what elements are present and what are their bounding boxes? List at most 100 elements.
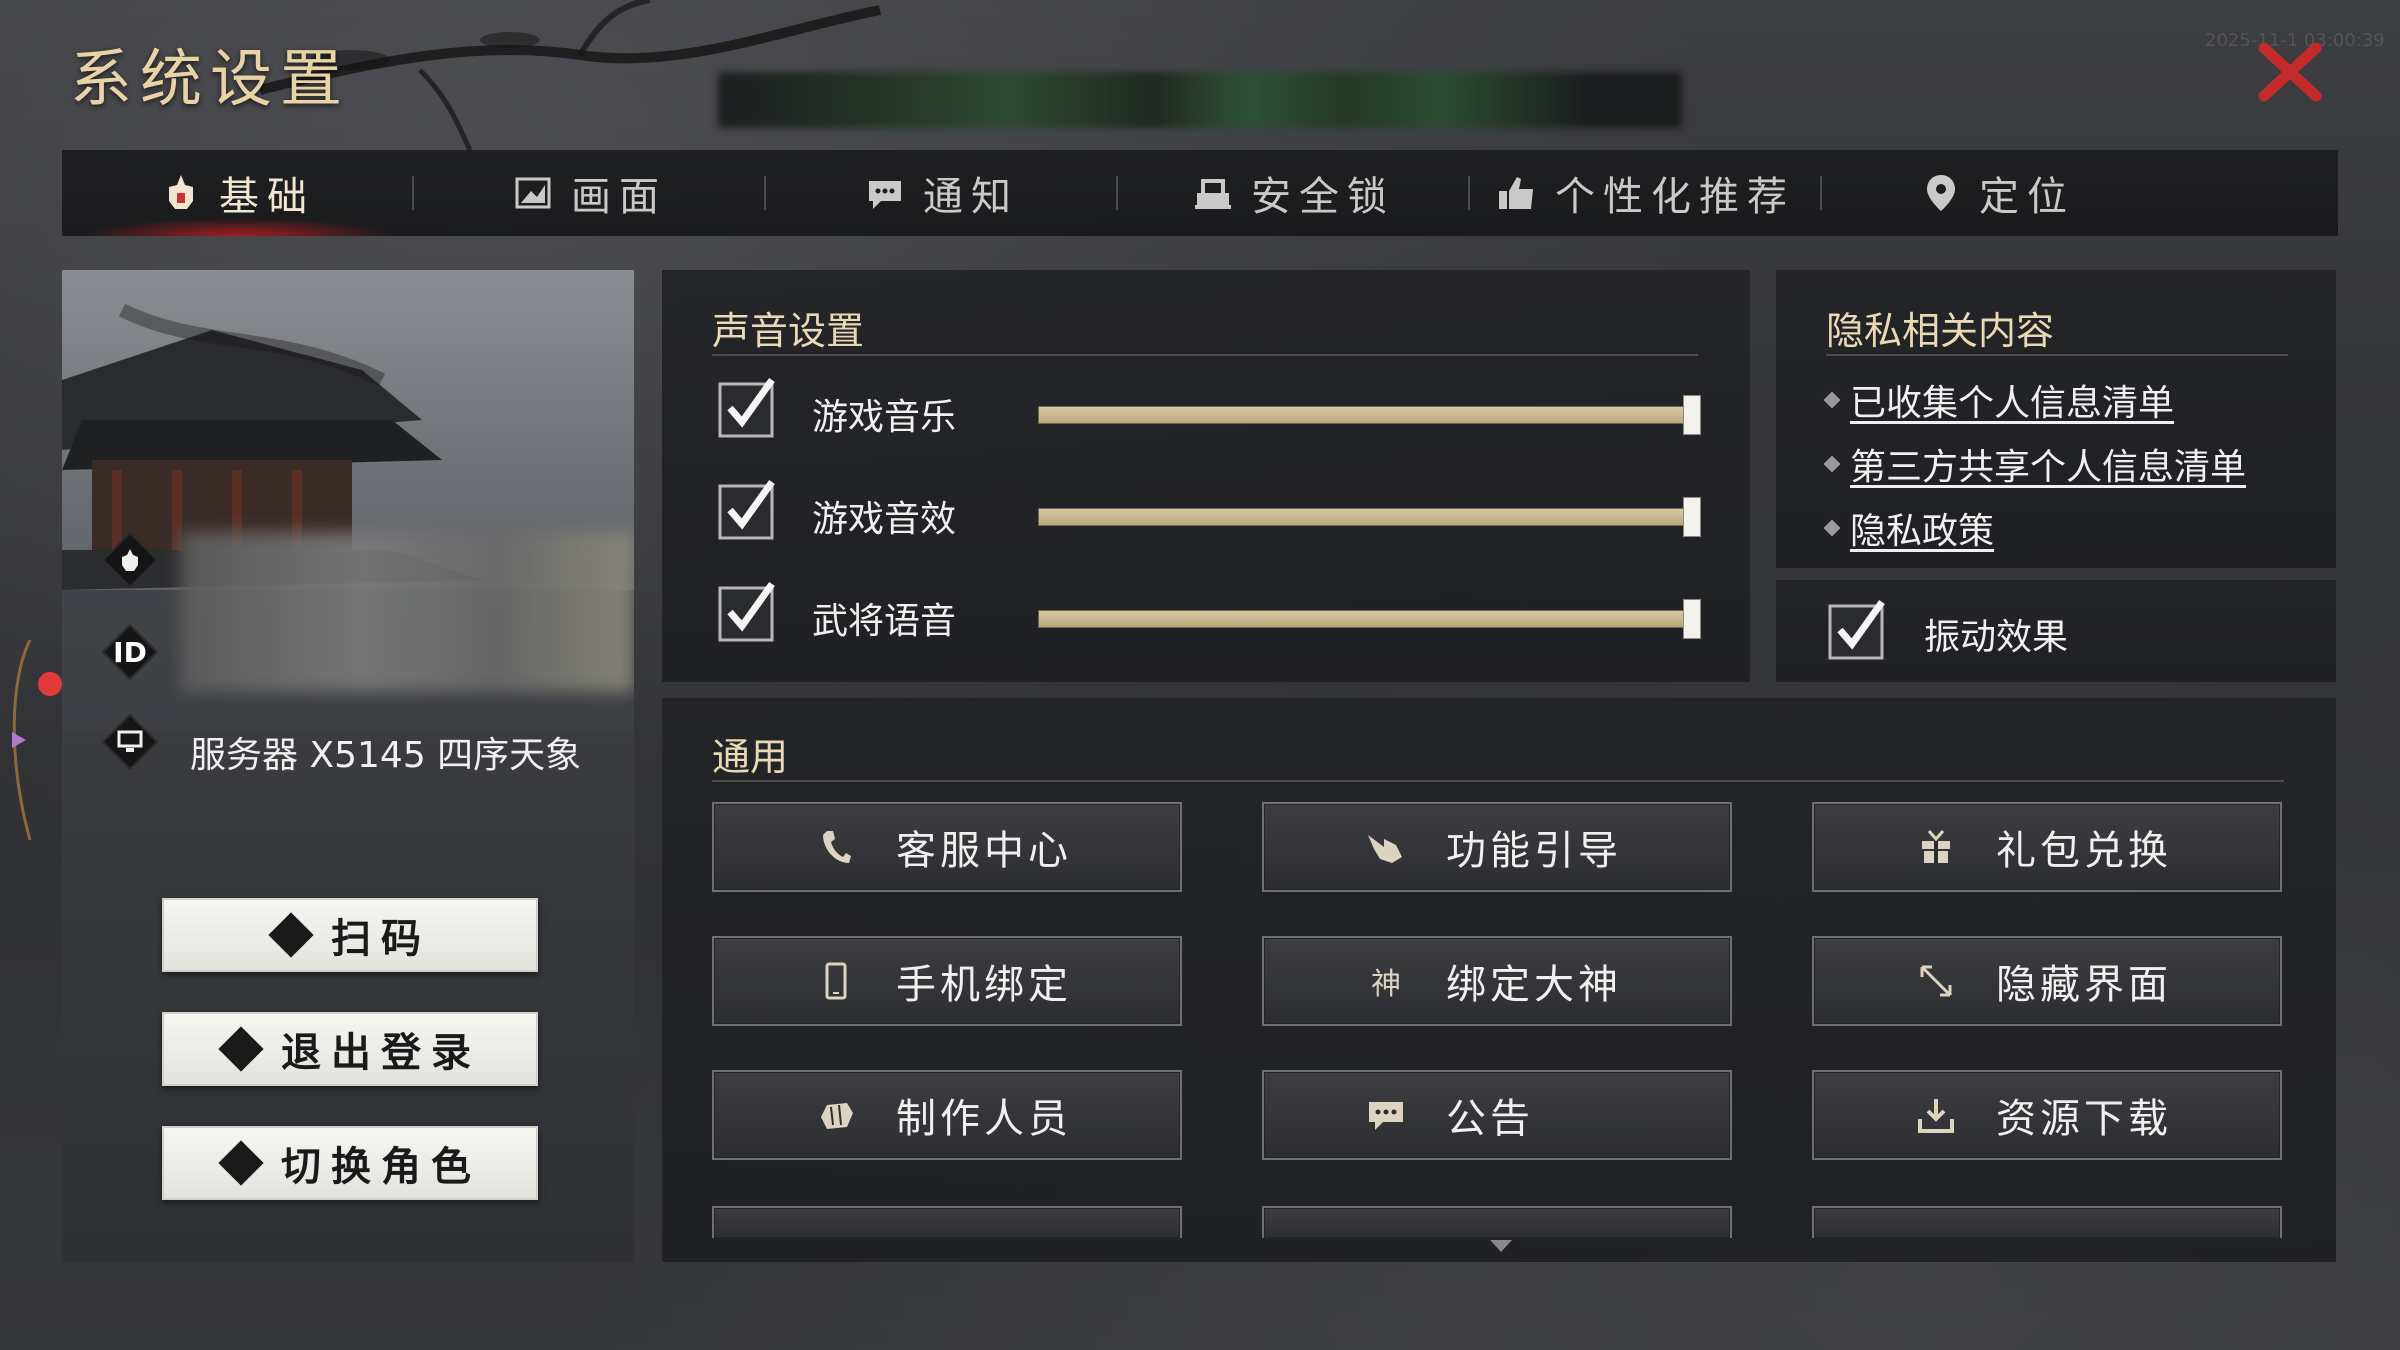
feature-guide-label: 功能引导 xyxy=(1446,828,1622,874)
notification-dot xyxy=(38,672,62,696)
general-voice-label: 武将语音 xyxy=(812,601,957,642)
profile-panel: ID 服务器 X5145 四序天象 扫码 退出登录 切换角色 xyxy=(62,270,634,1262)
resource-download-button[interactable]: 资源下载 xyxy=(1812,1070,2282,1160)
game-music-checkbox[interactable] xyxy=(718,376,780,438)
server-info: 服务器 X5145 四序天象 xyxy=(190,735,582,776)
sound-settings-panel: 声音设置 游戏音乐 游戏音效 武将语音 xyxy=(662,270,1750,682)
section-divider xyxy=(712,354,1698,356)
message-icon xyxy=(1364,1093,1408,1137)
side-drawer-handle[interactable] xyxy=(0,640,40,840)
bullet-icon xyxy=(1823,519,1841,537)
gift-redeem-button[interactable]: 礼包兑换 xyxy=(1812,802,2282,892)
credits-button[interactable]: 制作人员 xyxy=(712,1070,1182,1160)
resize-arrow-icon xyxy=(1914,959,1958,1003)
feature-guide-button[interactable]: 功能引导 xyxy=(1262,802,1732,892)
slider-thumb[interactable] xyxy=(1683,497,1701,537)
lock-icon xyxy=(1195,179,1231,209)
logout-button[interactable]: 退出登录 xyxy=(162,1012,538,1086)
resource-download-label: 资源下载 xyxy=(1996,1096,2172,1142)
game-sfx-label: 游戏音效 xyxy=(812,499,957,540)
gift-icon xyxy=(1914,825,1958,869)
tab-label: 基础 xyxy=(219,174,315,220)
close-icon xyxy=(2258,42,2322,102)
slider-thumb[interactable] xyxy=(1683,599,1701,639)
vibration-checkbox[interactable] xyxy=(1828,598,1890,660)
logout-button-label: 退出登录 xyxy=(281,1030,481,1076)
customer-service-button[interactable]: 客服中心 xyxy=(712,802,1182,892)
thumbs-up-icon xyxy=(1499,177,1533,209)
privacy-policy-link[interactable]: 隐私政策 xyxy=(1850,502,1994,554)
vibration-panel: 振动效果 xyxy=(1776,580,2336,682)
id-badge-icon: ID xyxy=(104,626,156,678)
section-divider xyxy=(712,780,2284,782)
helmet-icon xyxy=(169,175,193,209)
scan-icon xyxy=(269,913,313,957)
tab-bar: 基础 画面 通知 安全锁 个性化推荐 定位 xyxy=(62,150,2338,236)
general-title: 通用 xyxy=(712,735,789,779)
switch-role-icon xyxy=(219,1141,263,1185)
tab-security-lock[interactable]: 安全锁 xyxy=(1118,150,1468,236)
picture-icon xyxy=(515,177,551,209)
bind-dashen-label: 绑定大神 xyxy=(1446,962,1622,1008)
close-button[interactable] xyxy=(2256,38,2324,106)
tab-notification[interactable]: 通知 xyxy=(766,150,1116,236)
game-sfx-checkbox[interactable] xyxy=(718,478,780,540)
tab-display[interactable]: 画面 xyxy=(414,150,764,236)
section-divider xyxy=(1826,354,2288,356)
more-option-button[interactable] xyxy=(712,1206,1182,1238)
id-badge-label: ID xyxy=(113,635,147,669)
hide-ui-label: 隐藏界面 xyxy=(1996,962,2172,1008)
hide-ui-button[interactable]: 隐藏界面 xyxy=(1812,936,2282,1026)
more-option-button[interactable] xyxy=(1262,1206,1732,1238)
tab-personalized-recommend[interactable]: 个性化推荐 xyxy=(1470,150,1820,236)
pointing-hand-icon xyxy=(1364,825,1408,869)
phone-icon xyxy=(814,825,858,869)
general-panel: 通用 客服中心 功能引导 礼包兑换 手机绑定 神 绑定大神 隐藏界面 制作人员 … xyxy=(662,698,2336,1262)
tab-label: 安全锁 xyxy=(1251,174,1395,220)
tab-label: 个性化推荐 xyxy=(1555,174,1795,220)
announcement-label: 公告 xyxy=(1446,1096,1534,1142)
credits-label: 制作人员 xyxy=(896,1096,1072,1142)
page-title: 系统设置 xyxy=(70,42,351,115)
scroll-down-icon[interactable] xyxy=(1488,1238,1514,1256)
more-option-button[interactable] xyxy=(1812,1206,2282,1238)
logout-icon xyxy=(219,1027,263,1071)
phone-binding-button[interactable]: 手机绑定 xyxy=(712,936,1182,1026)
game-sfx-slider[interactable] xyxy=(1038,497,1701,537)
tab-basic[interactable]: 基础 xyxy=(62,150,412,236)
chat-bubble-icon xyxy=(869,181,901,209)
tab-label: 通知 xyxy=(923,174,1019,220)
phone-binding-label: 手机绑定 xyxy=(896,962,1072,1008)
mobile-icon xyxy=(814,959,858,1003)
blurred-banner xyxy=(718,72,1682,128)
gift-redeem-label: 礼包兑换 xyxy=(1996,828,2172,874)
bind-dashen-button[interactable]: 神 绑定大神 xyxy=(1262,936,1732,1026)
fist-icon xyxy=(814,1093,858,1137)
sound-settings-title: 声音设置 xyxy=(712,309,865,353)
avatar xyxy=(180,532,634,692)
bullet-icon xyxy=(1823,455,1841,473)
scan-button[interactable]: 扫码 xyxy=(162,898,538,972)
download-icon xyxy=(1914,1093,1958,1137)
general-voice-checkbox[interactable] xyxy=(718,580,780,642)
tab-location[interactable]: 定位 xyxy=(1822,150,2172,236)
switch-role-button[interactable]: 切换角色 xyxy=(162,1126,538,1200)
third-party-share-link[interactable]: 第三方共享个人信息清单 xyxy=(1850,438,2246,490)
announcement-button[interactable]: 公告 xyxy=(1262,1070,1732,1160)
slider-thumb[interactable] xyxy=(1683,395,1701,435)
privacy-title: 隐私相关内容 xyxy=(1826,309,2055,353)
game-music-slider[interactable] xyxy=(1038,395,1701,435)
helmet-badge-icon xyxy=(104,534,156,586)
privacy-panel: 隐私相关内容 已收集个人信息清单 第三方共享个人信息清单 隐私政策 xyxy=(1776,270,2336,568)
shen-char-icon: 神 xyxy=(1371,967,1401,1002)
bullet-icon xyxy=(1823,391,1841,409)
tab-label: 定位 xyxy=(1979,174,2075,220)
scan-button-label: 扫码 xyxy=(331,916,431,962)
customer-service-label: 客服中心 xyxy=(896,828,1072,874)
monitor-icon xyxy=(104,716,156,768)
location-pin-icon xyxy=(1927,175,1955,211)
tab-label: 画面 xyxy=(571,174,667,220)
general-voice-slider[interactable] xyxy=(1038,599,1701,639)
vibration-label: 振动效果 xyxy=(1924,617,2069,658)
collected-info-link[interactable]: 已收集个人信息清单 xyxy=(1850,374,2174,426)
